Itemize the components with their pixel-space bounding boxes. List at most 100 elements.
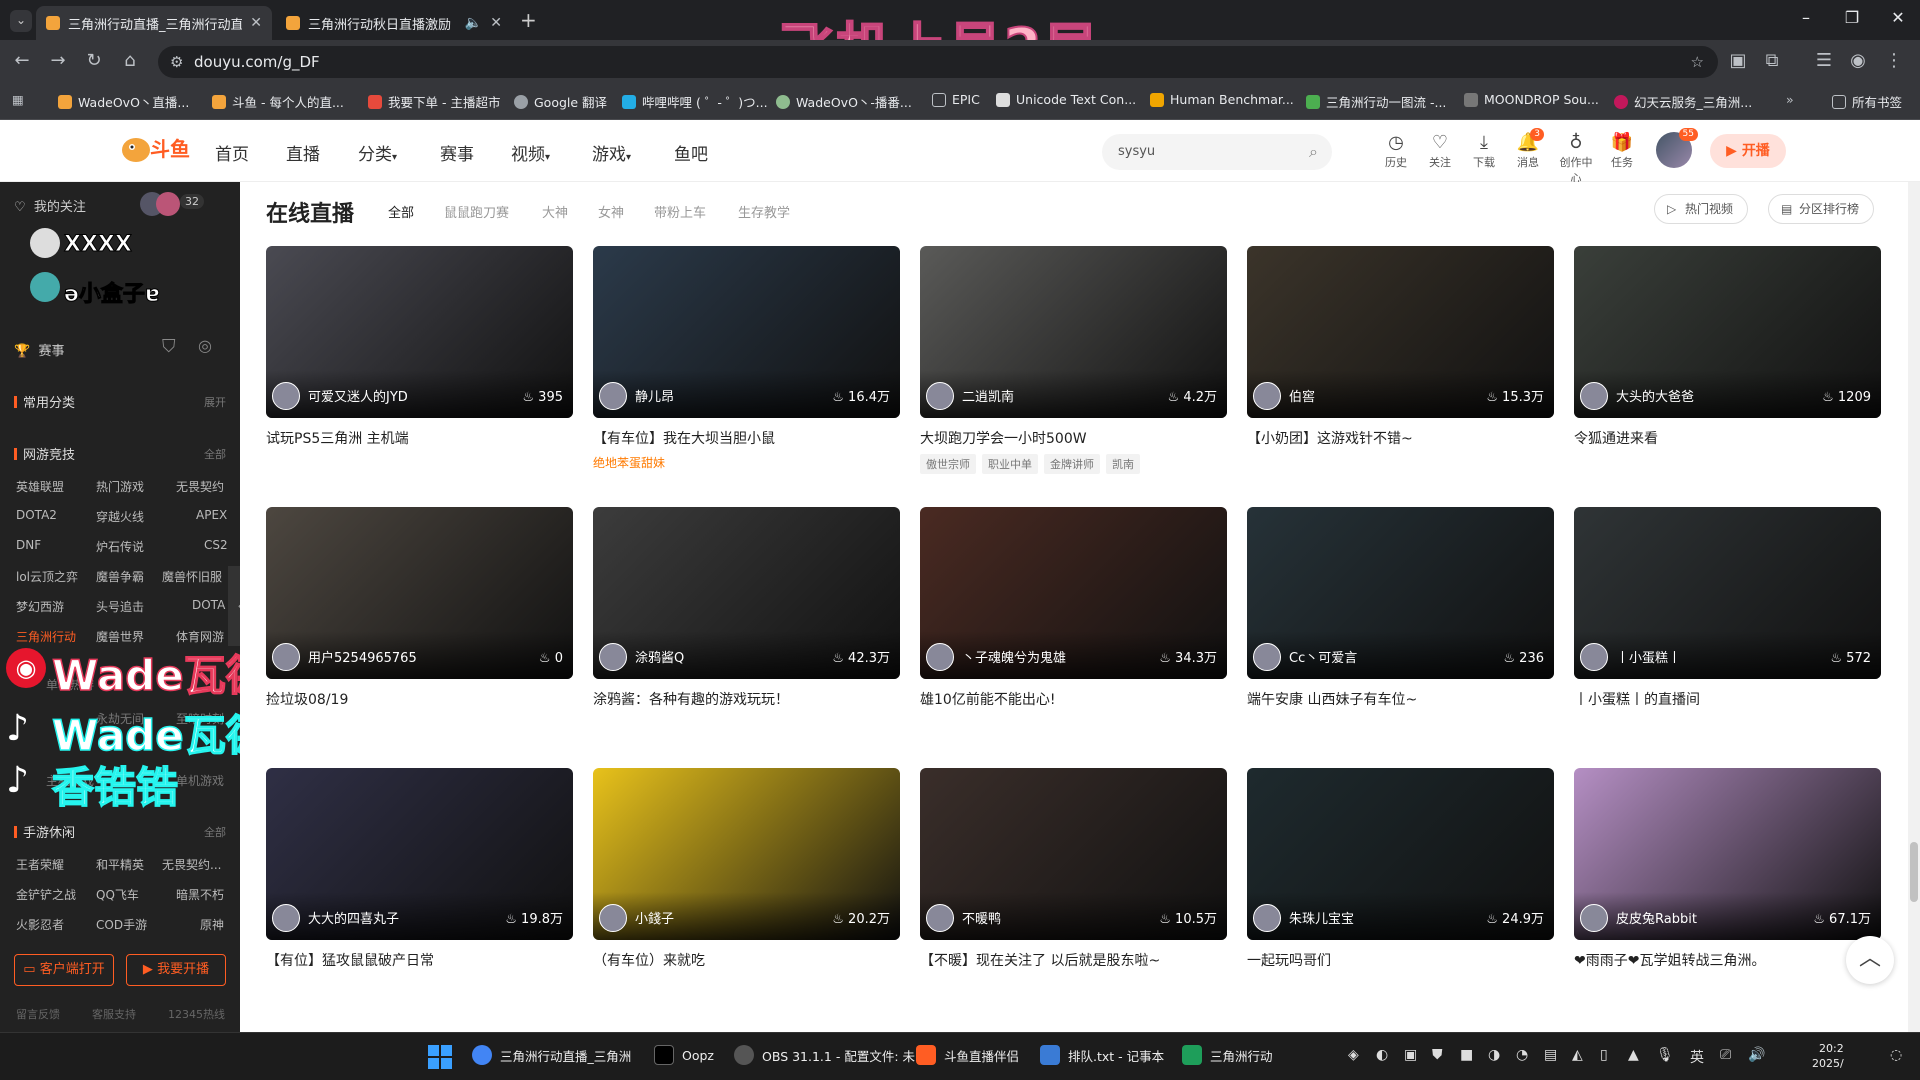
scrollbar-thumb[interactable]	[1910, 842, 1918, 902]
back-icon[interactable]: ←	[10, 50, 34, 71]
sidebar-category-item[interactable]: 单机游戏	[176, 772, 224, 789]
close-window-icon[interactable]: ✕	[1878, 8, 1918, 27]
sidebar-esports[interactable]: 🏆 赛事	[14, 340, 64, 359]
extensions-icon[interactable]: ⧉	[1760, 50, 1784, 71]
stream-title[interactable]: 捡垃圾08/19	[266, 689, 573, 709]
anchor-name[interactable]: 丶子魂魄兮为鬼雄	[962, 647, 1066, 666]
feedback-link[interactable]: 留言反馈	[16, 1006, 60, 1022]
taskbar-douyu-companion[interactable]: 斗鱼直播伴侣	[916, 1045, 1019, 1065]
bookmark-item[interactable]: Unicode Text Con...	[996, 92, 1136, 107]
hot-video-button[interactable]: ▷ 热门视频	[1654, 194, 1749, 224]
anchor-name[interactable]: 涂鸦酱Q	[635, 647, 684, 666]
tray-mic-icon[interactable]: 🎙	[1656, 1047, 1674, 1063]
stream-thumbnail[interactable]: 皮皮兔Rabbit ♨ 67.1万	[1574, 768, 1881, 940]
tray-app-icon[interactable]: ▤	[1544, 1047, 1557, 1063]
header-download[interactable]: ⤓ 下载	[1464, 132, 1504, 170]
stream-card[interactable]: 涂鸦酱Q ♨ 42.3万 涂鸦酱：各种有趣的游戏玩玩！	[593, 507, 900, 709]
stream-card[interactable]: 伯窖 ♨ 15.3万 【小奶团】这游戏针不错~	[1247, 246, 1554, 448]
filter-tag[interactable]: 女神	[598, 202, 624, 221]
anchor-name[interactable]: 静儿昂	[635, 386, 674, 405]
tray-oopz-icon[interactable]: ▣	[1404, 1047, 1417, 1063]
tray-network-icon[interactable]: ◔	[1516, 1047, 1528, 1063]
filter-all[interactable]: 全部	[388, 202, 414, 221]
tray-douyu-icon[interactable]: ◈	[1348, 1047, 1359, 1063]
start-live-button[interactable]: ▶ 开播	[1710, 134, 1786, 168]
sidebar-category-item[interactable]: DOTA2	[16, 508, 57, 522]
stream-card[interactable]: 小錢子 ♨ 20.2万 （有车位）来就吃	[593, 768, 900, 970]
tray-obs-icon[interactable]: ◐	[1376, 1047, 1388, 1063]
sidebar-category-item[interactable]: COD手游	[96, 916, 147, 933]
bookmark-item[interactable]: 三角洲行动一图流 -...	[1306, 92, 1446, 111]
user-avatar[interactable]: 55	[1656, 128, 1698, 168]
nav-home[interactable]: 首页	[215, 140, 249, 165]
taskbar-oopz[interactable]: Oopz	[654, 1045, 714, 1065]
stream-card[interactable]: 朱珠儿宝宝 ♨ 24.9万 一起玩吗哥们	[1247, 768, 1554, 970]
minimize-icon[interactable]: –	[1786, 8, 1826, 27]
bookmark-item[interactable]: 幻天云服务_三角洲...	[1614, 92, 1752, 111]
bookmark-item[interactable]: 斗鱼 - 每个人的直...	[212, 92, 344, 111]
anchor-name[interactable]: 不暖鸭	[962, 908, 1001, 927]
card-tag[interactable]: 凯南	[1106, 454, 1140, 474]
tab-search-icon[interactable]: ☰	[1812, 50, 1836, 71]
stream-title[interactable]: 端午安康 山西妹子有车位~	[1247, 689, 1554, 709]
anchor-name[interactable]: 大头的大爸爸	[1616, 386, 1694, 405]
anchor-name[interactable]: Cc丶可爱言	[1289, 647, 1357, 666]
more-bookmarks-icon[interactable]: »	[1786, 92, 1794, 107]
anchor-name[interactable]: 丨小蛋糕丨	[1616, 647, 1681, 666]
sidebar-category-item[interactable]: 英雄联盟	[16, 478, 64, 495]
stream-title[interactable]: 雄10亿前能不能出心!	[920, 689, 1227, 709]
taskbar-delta-force[interactable]: 三角洲行动	[1182, 1045, 1273, 1065]
stream-card[interactable]: 用户5254965765 ♨ 0 捡垃圾08/19	[266, 507, 573, 709]
anchor-avatar[interactable]	[1253, 382, 1281, 410]
stream-title[interactable]: 一起玩吗哥们	[1247, 950, 1554, 970]
nav-yuba[interactable]: 鱼吧	[674, 140, 708, 165]
tab-autumn-live[interactable]: 三角洲行动秋日直播激励 🔈 ✕	[276, 6, 512, 40]
header-tasks[interactable]: 🎁 任务	[1602, 132, 1642, 170]
tray-green-icon[interactable]: ■	[1460, 1047, 1473, 1063]
anchor-avatar[interactable]	[1253, 904, 1281, 932]
anchor-name[interactable]: 二逍凯南	[962, 386, 1014, 405]
filter-tag[interactable]: 生存教学	[738, 202, 790, 221]
open-client-button[interactable]: ▭ 客户端打开	[14, 954, 114, 986]
sidebar-category-item[interactable]: DNF	[16, 538, 41, 552]
new-tab-icon[interactable]: +	[520, 8, 537, 32]
sidebar-category-item[interactable]: 梦幻西游	[16, 598, 64, 615]
tab-search-icon[interactable]: ⌄	[10, 10, 32, 32]
anchor-name[interactable]: 用户5254965765	[308, 647, 417, 666]
sidebar-category-item[interactable]: 金铲铲之战	[16, 886, 76, 903]
bookmark-item[interactable]: 我要下单 - 主播超市	[368, 92, 500, 111]
sidebar-category-item[interactable]: 火影忍者	[16, 916, 64, 933]
back-to-top-button[interactable]: ︿	[1846, 936, 1894, 984]
taskbar-obs[interactable]: OBS 31.1.1 - 配置文件: 未	[734, 1045, 915, 1065]
forward-icon[interactable]: →	[46, 50, 70, 71]
stream-card[interactable]: 丶子魂魄兮为鬼雄 ♨ 34.3万 雄10亿前能不能出心!	[920, 507, 1227, 709]
anchor-name[interactable]: 小錢子	[635, 908, 674, 927]
apps-grid-icon[interactable]: ▦	[12, 92, 24, 107]
stream-thumbnail[interactable]: 小錢子 ♨ 20.2万	[593, 768, 900, 940]
sidebar-category-item[interactable]: 无畏契约	[176, 478, 224, 495]
anchor-avatar[interactable]	[272, 904, 300, 932]
sidebar-category-item[interactable]: lol云顶之弈	[16, 568, 78, 585]
tray-usb-icon[interactable]: ▯	[1600, 1047, 1608, 1063]
anchor-name[interactable]: 可爱又迷人的JYD	[308, 386, 408, 405]
taskbar-chrome[interactable]: 三角洲行动直播_三角洲	[472, 1045, 631, 1065]
hotline-link[interactable]: 12345热线	[168, 1006, 225, 1022]
sidebar-category-item[interactable]: 魔兽争霸	[96, 568, 144, 585]
bookmark-item[interactable]: 哔哩哔哩 ( ゜- ゜)つ...	[622, 92, 768, 111]
stream-title[interactable]: 令狐通进来看	[1574, 428, 1881, 448]
anchor-avatar[interactable]	[272, 643, 300, 671]
lol-icon[interactable]: ⛉	[162, 336, 176, 357]
sidebar-category-item[interactable]: 和平精英	[96, 856, 144, 873]
anchor-avatar[interactable]	[1580, 904, 1608, 932]
input-method-indicator[interactable]: 英	[1690, 1047, 1704, 1067]
anchor-avatar[interactable]	[1580, 643, 1608, 671]
sidebar-category-item[interactable]: 热门游戏	[96, 478, 144, 495]
stream-thumbnail[interactable]: 二逍凯南 ♨ 4.2万	[920, 246, 1227, 418]
stream-title[interactable]: （有车位）来就吃	[593, 950, 900, 970]
tray-triangle-icon[interactable]: ▲	[1628, 1047, 1639, 1063]
anchor-avatar[interactable]	[926, 643, 954, 671]
stream-title[interactable]: 【不暖】现在关注了 以后就是股东啦~	[920, 950, 1227, 970]
tray-app-icon[interactable]: ◑	[1488, 1047, 1500, 1063]
sidebar-category-item[interactable]: 原神	[200, 916, 224, 933]
sidebar-my-follow[interactable]: ♡ 我的关注	[14, 196, 86, 215]
